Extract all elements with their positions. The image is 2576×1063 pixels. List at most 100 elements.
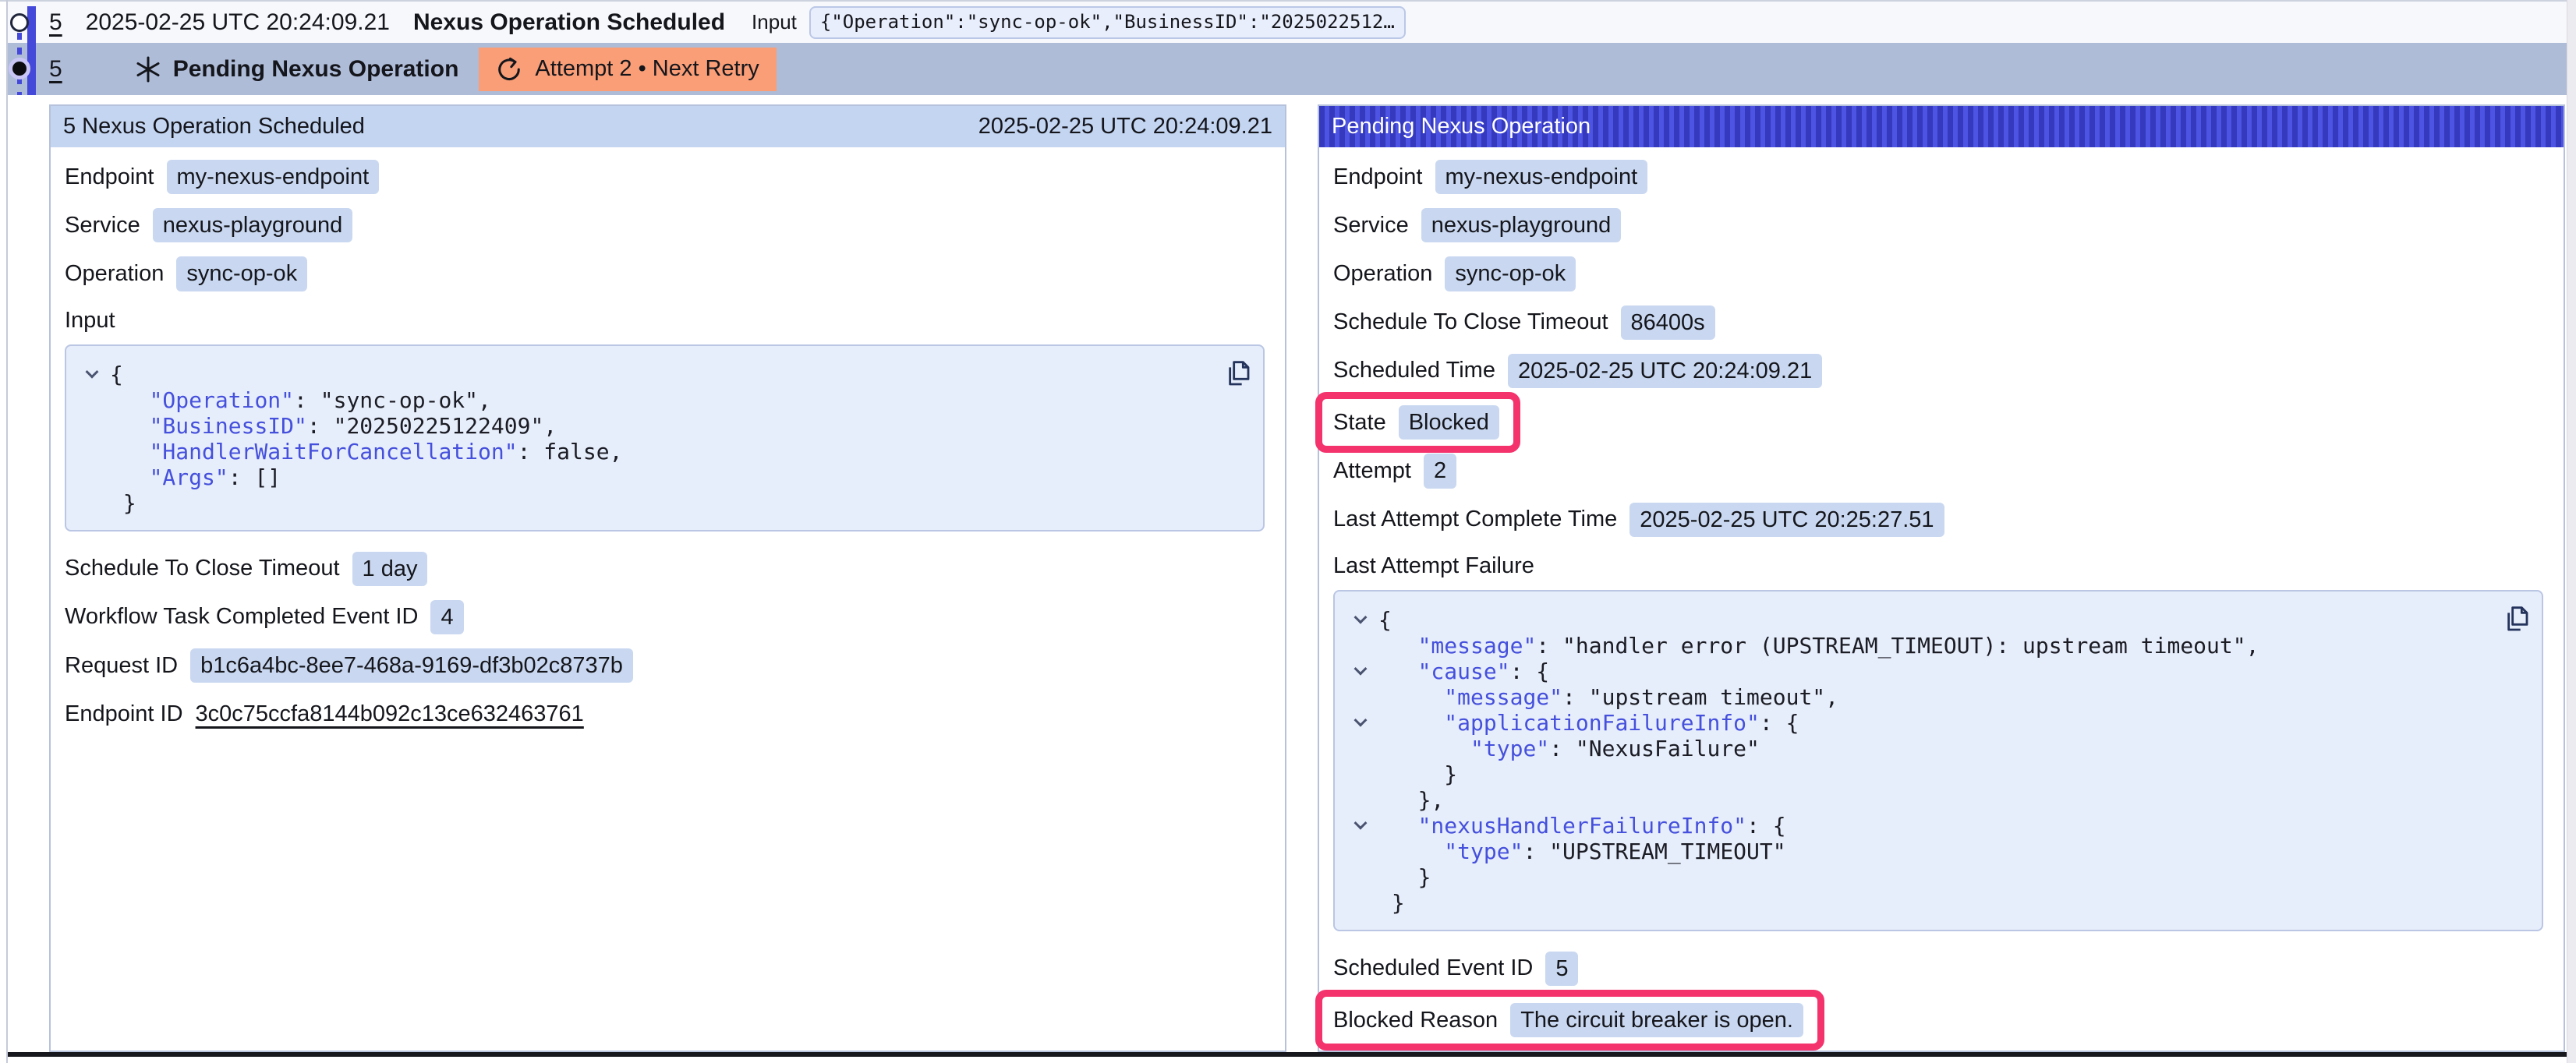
field-value-chip: sync-op-ok xyxy=(176,256,307,291)
copy-icon xyxy=(1221,357,1252,388)
field-service: Servicenexus-playground xyxy=(1333,208,1621,242)
code-gutter xyxy=(74,439,110,464)
code-text: "Operation": "sync-op-ok", xyxy=(110,387,491,413)
field-label: Endpoint xyxy=(65,164,154,190)
field-label: Service xyxy=(65,213,140,238)
field-label: Blocked Reason xyxy=(1333,1008,1498,1033)
code-line: { xyxy=(1343,607,2526,633)
field-value-chip: b1c6a4bc-8ee7-468a-9169-df3b02c8737b xyxy=(190,648,633,683)
code-text: "nexusHandlerFailureInfo": { xyxy=(1378,813,1786,839)
code-gutter xyxy=(74,464,110,490)
code-line: "BusinessID": "20250225122409", xyxy=(74,413,1247,439)
event-id-link[interactable]: 5 xyxy=(49,9,62,36)
collapse-toggle[interactable] xyxy=(1343,607,1378,633)
code-line: } xyxy=(1343,761,2526,787)
code-gutter xyxy=(74,490,110,516)
code-line: "message": "upstream timeout", xyxy=(1343,684,2526,710)
code-line: "type": "UPSTREAM_TIMEOUT" xyxy=(1343,839,2526,864)
field-value-chip: 2025-02-25 UTC 20:25:27.51 xyxy=(1629,503,1944,537)
code-text: }, xyxy=(1378,787,1444,813)
endpoint-id-link[interactable]: 3c0c75ccfa8144b092c13ce632463761 xyxy=(196,701,584,727)
code-text: } xyxy=(1378,890,1405,916)
collapse-toggle[interactable] xyxy=(74,362,110,387)
code-text: } xyxy=(110,490,136,516)
collapse-toggle[interactable] xyxy=(1343,813,1378,839)
collapse-toggle[interactable] xyxy=(1343,710,1378,736)
field-scheduled-time: Scheduled Time2025-02-25 UTC 20:24:09.21 xyxy=(1333,354,1822,388)
event-row-nexus-operation-scheduled[interactable]: 5 2025-02-25 UTC 20:24:09.21 Nexus Opera… xyxy=(8,2,2567,43)
code-line: "cause": { xyxy=(1343,659,2526,684)
field-label: Operation xyxy=(1333,261,1432,287)
field-label: Last Attempt Complete Time xyxy=(1333,507,1617,532)
code-text: "type": "UPSTREAM_TIMEOUT" xyxy=(1378,839,1786,864)
field-value-chip: 86400s xyxy=(1621,305,1715,340)
field-label: State xyxy=(1333,410,1386,436)
pending-id-link[interactable]: 5 xyxy=(49,56,62,83)
field-blocked-reason-highlighted: Blocked Reason The circuit breaker is ope… xyxy=(1315,990,1824,1051)
field-endpoint: Endpoint my-nexus-endpoint xyxy=(65,160,379,194)
code-line: } xyxy=(1343,890,2526,916)
code-line: } xyxy=(1343,864,2526,890)
workflow-event-history-expanded: 5 2025-02-25 UTC 20:24:09.21 Nexus Opera… xyxy=(0,0,2576,1063)
pending-operation-title: Pending Nexus Operation xyxy=(1332,114,1591,139)
code-gutter xyxy=(1343,864,1378,890)
field-value-chip: my-nexus-endpoint xyxy=(167,160,380,194)
code-text: "message": "upstream timeout", xyxy=(1378,684,1838,710)
field-value-chip: 2 xyxy=(1424,454,1456,488)
code-gutter xyxy=(1343,761,1378,787)
code-gutter xyxy=(1343,633,1378,659)
chevron-down-icon xyxy=(1354,611,1368,624)
event-detail-timestamp: 2025-02-25 UTC 20:24:09.21 xyxy=(978,114,1272,139)
field-value-chip: nexus-playground xyxy=(153,208,353,242)
field-last-attempt-complete-time: Last Attempt Complete Time 2025-02-25 UTC… xyxy=(1333,503,1944,537)
code-text: "HandlerWaitForCancellation": false, xyxy=(110,439,622,464)
field-label: Request ID xyxy=(65,653,178,679)
code-line: { xyxy=(74,362,1247,387)
code-line: "message": "handler error (UPSTREAM_TIME… xyxy=(1343,633,2526,659)
code-text: { xyxy=(1378,607,1392,633)
field-label: Attempt xyxy=(1333,458,1411,484)
field-attempt: Attempt 2 xyxy=(1333,454,1456,488)
field-value-chip: The circuit breaker is open. xyxy=(1510,1003,1803,1037)
field-request-id: Request ID b1c6a4bc-8ee7-468a-9169-df3b02… xyxy=(65,648,633,683)
code-line: "applicationFailureInfo": { xyxy=(1343,710,2526,736)
field-input: Input xyxy=(65,305,115,337)
code-line: "type": "NexusFailure" xyxy=(1343,736,2526,761)
chevron-down-icon xyxy=(1354,817,1368,830)
code-gutter xyxy=(1343,684,1378,710)
field-schedule-to-close-timeout: Schedule To Close Timeout 86400s xyxy=(1333,305,1715,340)
chevron-down-icon xyxy=(86,366,99,379)
event-input-preview-chip: {"Operation":"sync-op-ok","BusinessID":"… xyxy=(809,6,1406,39)
copy-button[interactable] xyxy=(2500,602,2531,634)
scrollbar-track[interactable] xyxy=(2567,0,2576,1063)
code-line: "Operation": "sync-op-ok", xyxy=(74,387,1247,413)
pending-operation-body: Endpointmy-nexus-endpoint Servicenexus-pl… xyxy=(1319,147,2564,1051)
code-text: "cause": { xyxy=(1378,659,1549,684)
code-gutter xyxy=(74,387,110,413)
field-value-chip: 1 day xyxy=(352,552,428,586)
code-text: "Args": [] xyxy=(110,464,281,490)
pending-nexus-operation-row[interactable]: 5 Pending Nexus Operation Attempt 2 • Ne… xyxy=(8,43,2567,95)
field-value-chip: nexus-playground xyxy=(1421,208,1622,242)
code-line: } xyxy=(74,490,1247,516)
event-timestamp: 2025-02-25 UTC 20:24:09.21 xyxy=(86,9,390,36)
event-name: Nexus Operation Scheduled xyxy=(413,9,725,36)
code-line: "Args": [] xyxy=(74,464,1247,490)
field-label: Scheduled Time xyxy=(1333,358,1495,383)
field-label: Workflow Task Completed Event ID xyxy=(65,604,418,630)
field-last-attempt-failure: Last Attempt Failure xyxy=(1333,551,1534,582)
field-label: Last Attempt Failure xyxy=(1333,553,1534,579)
retry-badge: Attempt 2 • Next Retry xyxy=(479,48,776,91)
event-detail-body: Endpoint my-nexus-endpoint Service nexus-pl… xyxy=(51,147,1285,731)
field-value-chip: my-nexus-endpoint xyxy=(1435,160,1648,194)
field-workflow-task-completed-event-id: Workflow Task Completed Event ID4 xyxy=(65,600,464,634)
field-endpoint-id: Endpoint ID3c0c75ccfa8144b092c13ce632463… xyxy=(65,697,584,731)
expanded-section-bottom-border xyxy=(8,1052,2567,1057)
field-label: Schedule To Close Timeout xyxy=(1333,309,1608,335)
event-detail-card: 5 Nexus Operation Scheduled 2025-02-25 U… xyxy=(49,104,1286,1052)
field-endpoint: Endpointmy-nexus-endpoint xyxy=(1333,160,1647,194)
code-gutter xyxy=(1343,736,1378,761)
event-detail-title: 5 Nexus Operation Scheduled xyxy=(63,114,365,139)
copy-button[interactable] xyxy=(1221,357,1252,388)
collapse-toggle[interactable] xyxy=(1343,659,1378,684)
